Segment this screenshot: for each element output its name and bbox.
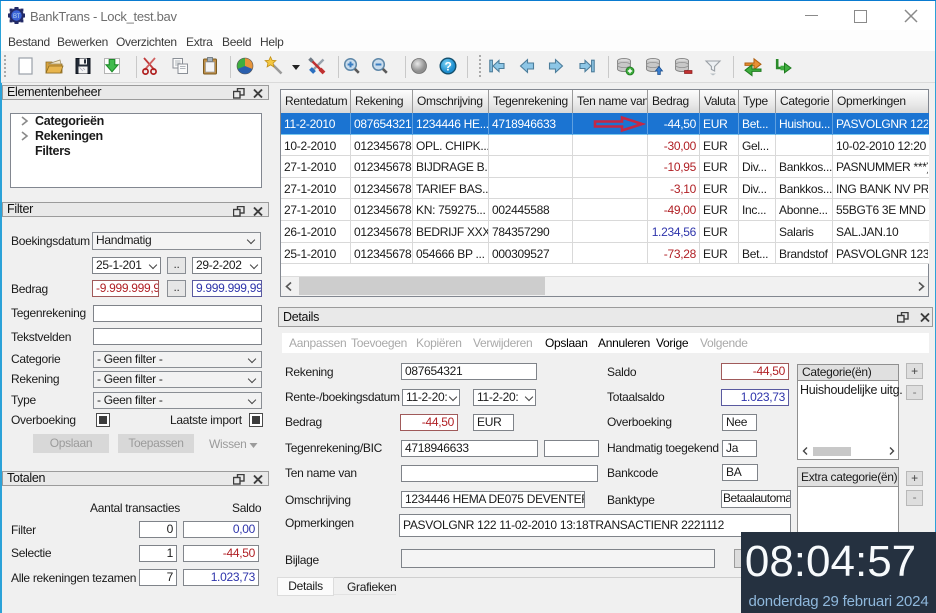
svg-text:?: ? [444, 60, 451, 74]
svg-text:BT: BT [13, 14, 21, 20]
